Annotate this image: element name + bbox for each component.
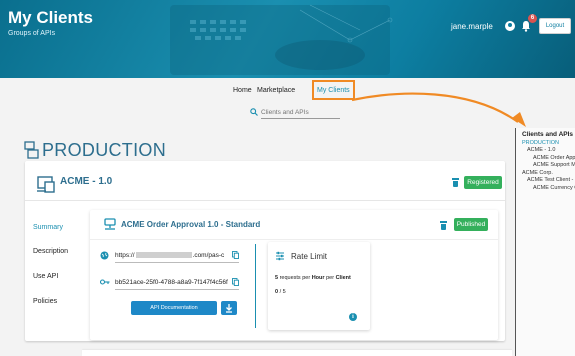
redacted-host [135, 252, 192, 259]
rate-limit-title: Rate Limit [291, 252, 328, 261]
tree-item[interactable]: ACME Support Mapping [522, 162, 575, 168]
rate-limit-usage: 0 / 5 [275, 289, 286, 295]
tab-summary[interactable]: Summary [33, 224, 63, 231]
tab-use-api[interactable]: Use API [33, 273, 58, 280]
search-icon [250, 108, 258, 116]
client-status-badge: Registered [464, 176, 502, 189]
nav-marketplace[interactable]: Marketplace [257, 87, 295, 94]
header-laptop-image [170, 4, 393, 75]
globe-icon [100, 251, 109, 260]
delete-contract-icon[interactable] [440, 221, 447, 230]
logout-button[interactable]: Logout [539, 18, 571, 34]
download-button[interactable] [221, 301, 237, 315]
plan-icon [104, 218, 116, 230]
page-header: My Clients Groups of APIs jane.marple 6 … [0, 0, 575, 78]
rate-limit-scope: Client [335, 275, 351, 281]
endpoint-underline [115, 262, 239, 263]
rate-limit-max: 5 [282, 289, 286, 295]
page-subtitle: Groups of APIs [8, 30, 56, 37]
nav-home[interactable]: Home [233, 87, 252, 94]
callout-arrow [351, 92, 526, 127]
tree-item[interactable]: ACME Corp. [522, 170, 575, 176]
contract-title: ACME Order Approval 1.0 - Standard [121, 220, 261, 229]
contract-divider [90, 239, 498, 240]
section-title: PRODUCTION [42, 140, 166, 160]
clients-tree-pane: Clients and APIs PRODUCTION ACME - 1.0 A… [515, 128, 575, 356]
download-icon [226, 304, 232, 313]
environment-icon [24, 141, 39, 159]
endpoint-url-prefix: https:// [115, 252, 135, 259]
rate-limit-period: Hour [311, 275, 325, 281]
tab-description[interactable]: Description [33, 248, 68, 255]
tree-item[interactable]: ACME Currency Conversion [522, 185, 575, 191]
notification-badge: 6 [528, 14, 537, 23]
tree-item[interactable]: ACME Order Approval 1.0 - Standard [522, 155, 575, 161]
rate-limit-icon [276, 251, 284, 261]
tree-item[interactable]: ACME - 1.0 [522, 147, 575, 153]
username[interactable]: jane.marple [451, 22, 493, 31]
client-app-icon [37, 176, 55, 193]
vertical-separator [255, 244, 256, 328]
tab-policies[interactable]: Policies [33, 298, 57, 305]
copy-icon[interactable] [232, 278, 239, 286]
endpoint-url: https:// .com/pas-c [115, 252, 224, 259]
rate-limit-requests: 5 [275, 275, 279, 281]
key-icon [100, 279, 110, 285]
card-divider [25, 200, 505, 201]
api-key: bb521ace-25f0-4788-a8a9-7f147f4c56f [115, 279, 228, 286]
nav-highlight-box [312, 80, 355, 100]
tree-item[interactable]: ACME Test Client - 1.0 [522, 177, 575, 183]
client-name: ACME - 1.0 [60, 176, 113, 187]
page-title: My Clients [8, 8, 94, 27]
info-icon[interactable]: i [349, 313, 357, 321]
copy-icon[interactable] [232, 251, 239, 259]
contract-status-badge: Published [454, 218, 488, 231]
search-input[interactable] [261, 106, 340, 119]
tree-title: Clients and APIs [522, 131, 574, 138]
user-avatar-icon[interactable] [505, 21, 515, 31]
delete-client-icon[interactable] [452, 178, 459, 187]
next-card-edge [82, 350, 512, 356]
tree-item[interactable]: PRODUCTION [522, 140, 575, 146]
endpoint-url-suffix: .com/pas-c [192, 252, 225, 259]
rate-limit-description: 5 requests per Hour per Client [275, 275, 351, 281]
rate-limit-used: 0 [275, 289, 279, 295]
api-key-underline [115, 289, 239, 290]
api-documentation-button[interactable]: API Documentation [131, 301, 217, 315]
